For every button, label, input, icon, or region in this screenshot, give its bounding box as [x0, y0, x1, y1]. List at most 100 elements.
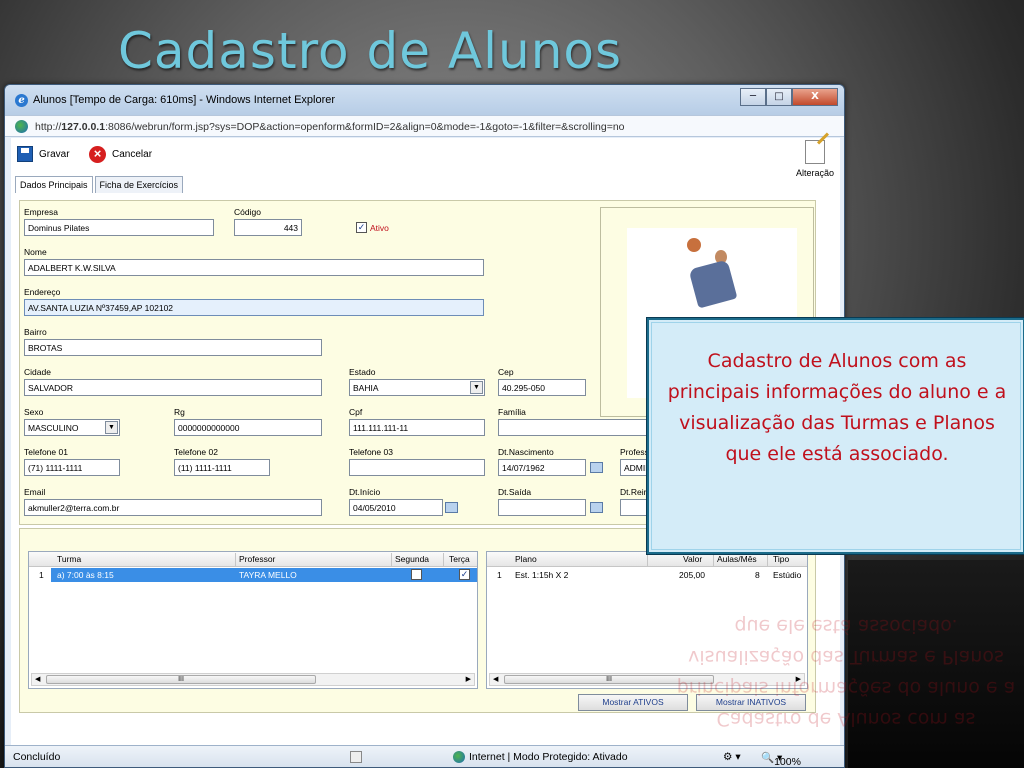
professor-label: Profess: [620, 447, 649, 457]
sexo-select[interactable]: MASCULINO ▼: [24, 419, 120, 436]
ativo-checkbox[interactable]: ✓: [356, 222, 367, 233]
telefone02-label: Telefone 02: [174, 447, 218, 457]
address-bar[interactable]: http://127.0.0.1:8086/webrun/form.jsp?sy…: [5, 115, 844, 137]
slide-title: Cadastro de Alunos: [118, 22, 623, 80]
save-button[interactable]: Gravar: [17, 146, 70, 162]
cpf-field[interactable]: 111.111.111-11: [349, 419, 485, 436]
row-number: 1: [39, 570, 44, 580]
planos-horizontal-scrollbar[interactable]: ◀ III ▶: [489, 673, 805, 686]
rg-field[interactable]: 0000000000000: [174, 419, 322, 436]
tab-strip: Dados Principais Ficha de Exercícios: [15, 176, 185, 193]
callout-box: Cadastro de Alunos com as principais inf…: [647, 318, 1024, 554]
maximize-button[interactable]: □: [766, 88, 792, 106]
window-titlebar[interactable]: e Alunos [Tempo de Carga: 610ms] - Windo…: [5, 85, 844, 115]
scroll-left-icon[interactable]: ◀: [493, 675, 498, 683]
telefone01-label: Telefone 01: [24, 447, 68, 457]
cep-field[interactable]: 40.295-050: [498, 379, 586, 396]
telefone01-field[interactable]: (71) 1111-1111: [24, 459, 120, 476]
col-turma[interactable]: Turma: [57, 554, 81, 564]
alter-button[interactable]: Alteração: [796, 140, 834, 178]
col-terca[interactable]: Terça: [449, 554, 470, 564]
col-valor[interactable]: Valor: [683, 554, 702, 564]
estado-select[interactable]: BAHIA ▼: [349, 379, 485, 396]
tab-ficha-exercicios[interactable]: Ficha de Exercícios: [94, 176, 184, 193]
email-field[interactable]: akmuller2@terra.com.br: [24, 499, 322, 516]
table-row[interactable]: 1 Est. 1:15h X 2 205,00 8 Estúdio: [487, 568, 807, 582]
col-professor[interactable]: Professor: [239, 554, 275, 564]
status-text: Concluído: [13, 751, 61, 763]
bairro-label: Bairro: [24, 327, 47, 337]
rg-label: Rg: [174, 407, 185, 417]
url-text[interactable]: http://127.0.0.1:8086/webrun/form.jsp?sy…: [35, 121, 625, 133]
familia-field[interactable]: [498, 419, 658, 436]
col-segunda[interactable]: Segunda: [395, 554, 429, 564]
dtinicio-field[interactable]: 04/05/2010: [349, 499, 443, 516]
codigo-field[interactable]: 443: [234, 219, 302, 236]
telefone02-field[interactable]: (11) 1111-1111: [174, 459, 270, 476]
endereco-field[interactable]: AV.SANTA LUZIA Nº37459,AP 102102: [24, 299, 484, 316]
slide-dark-area: [848, 560, 1024, 768]
zoom-level[interactable]: 🔍 100% ▾: [761, 751, 801, 768]
scroll-right-icon[interactable]: ▶: [796, 675, 801, 683]
dtsaida-field[interactable]: [498, 499, 586, 516]
dtnascimento-field[interactable]: 14/07/1962: [498, 459, 586, 476]
toolbar: Gravar × Cancelar Alteração: [11, 138, 840, 178]
telefone03-field[interactable]: [349, 459, 485, 476]
turmas-grid-header: Turma Professor Segunda Terça: [29, 552, 477, 567]
professor-cell: TAYRA MELLO: [239, 570, 297, 580]
email-label: Email: [24, 487, 46, 497]
floppy-disk-icon: [17, 146, 33, 162]
telefone03-label: Telefone 03: [349, 447, 393, 457]
aulas-cell: 8: [755, 570, 760, 580]
page-icon: [15, 120, 28, 133]
mostrar-inativos-button[interactable]: Mostrar INATIVOS: [696, 694, 806, 711]
dtrein-label: Dt.Rein: [620, 487, 649, 497]
scroll-thumb[interactable]: III: [46, 675, 316, 684]
sexo-label: Sexo: [24, 407, 44, 417]
tab-dados-principais[interactable]: Dados Principais: [15, 176, 93, 193]
bairro-field[interactable]: BROTAS: [24, 339, 322, 356]
endereco-label: Endereço: [24, 287, 61, 297]
col-tipo[interactable]: Tipo: [773, 554, 789, 564]
scroll-thumb[interactable]: III: [504, 675, 714, 684]
dtinicio-label: Dt.Início: [349, 487, 381, 497]
empresa-label: Empresa: [24, 207, 59, 217]
callout-text: Cadastro de Alunos com as principais inf…: [667, 350, 1007, 465]
ball-shape: [687, 238, 701, 252]
security-zone[interactable]: Internet | Modo Protegido: Ativado: [469, 751, 628, 763]
turmas-horizontal-scrollbar[interactable]: ◀ III ▶: [31, 673, 475, 686]
codigo-label: Código: [234, 207, 261, 217]
scroll-right-icon[interactable]: ▶: [466, 675, 471, 683]
nome-field[interactable]: ADALBERT K.W.SILVA: [24, 259, 484, 276]
scroll-left-icon[interactable]: ◀: [35, 675, 40, 683]
calendar-icon[interactable]: [590, 462, 603, 473]
estado-label: Estado: [349, 367, 376, 377]
col-aulas-mes[interactable]: Aulas/Mês: [717, 554, 757, 564]
save-label: Gravar: [39, 148, 70, 160]
close-button[interactable]: X: [792, 88, 838, 106]
mostrar-ativos-button[interactable]: Mostrar ATIVOS: [578, 694, 688, 711]
cancel-label: Cancelar: [112, 149, 153, 160]
cidade-label: Cidade: [24, 367, 51, 377]
chevron-down-icon: ▼: [470, 381, 483, 394]
nome-label: Nome: [24, 247, 47, 257]
table-row[interactable]: 1 a) 7:00 às 8:15 TAYRA MELLO ✓: [29, 568, 477, 582]
terca-checkbox[interactable]: ✓: [459, 569, 470, 580]
protected-mode-icon[interactable]: ⚙ ▾: [723, 751, 741, 763]
dtnascimento-label: Dt.Nascimento: [498, 447, 554, 457]
empresa-field[interactable]: Dominus Pilates: [24, 219, 214, 236]
edit-document-icon: [804, 140, 825, 164]
minimize-button[interactable]: ─: [740, 88, 766, 106]
tipo-cell: Estúdio: [773, 570, 802, 580]
calendar-icon[interactable]: [445, 502, 458, 513]
cidade-field[interactable]: SALVADOR: [24, 379, 322, 396]
familia-label: Família: [498, 407, 526, 417]
segunda-checkbox[interactable]: [411, 569, 422, 580]
cancel-button[interactable]: × Cancelar: [89, 146, 152, 163]
status-bar: Concluído Internet | Modo Protegido: Ati…: [5, 745, 844, 768]
turmas-grid: Turma Professor Segunda Terça 1 a) 7:00 …: [28, 551, 478, 689]
col-plano[interactable]: Plano: [515, 554, 537, 564]
alter-label: Alteração: [795, 168, 834, 178]
calendar-icon[interactable]: [590, 502, 603, 513]
ativo-label: Ativo: [370, 223, 389, 233]
